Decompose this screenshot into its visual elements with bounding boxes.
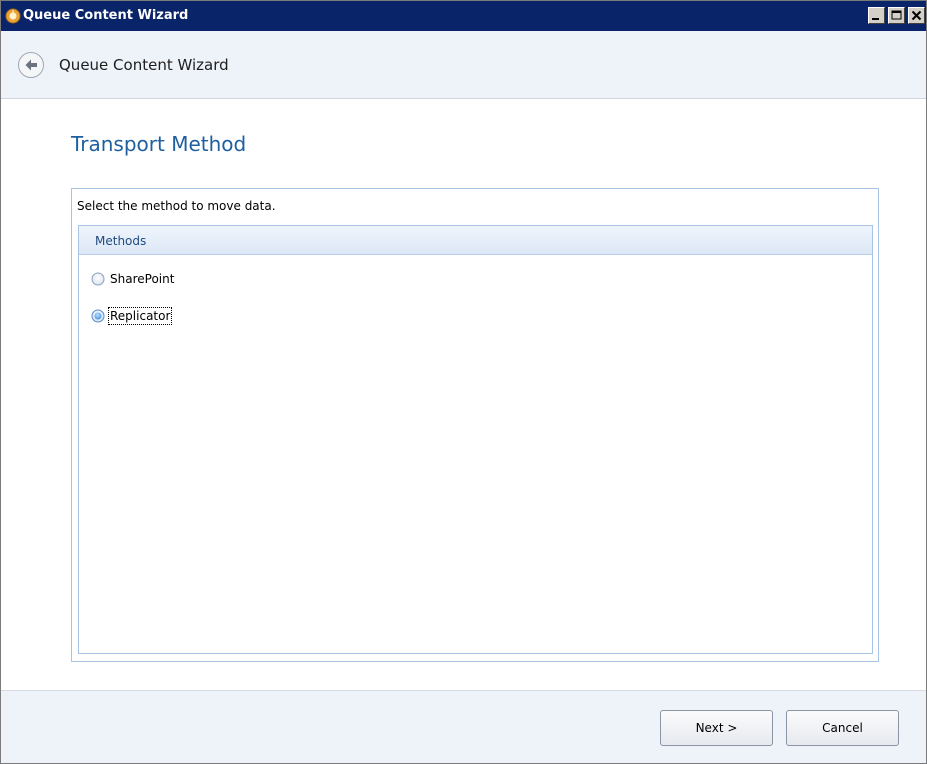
back-button[interactable] — [18, 52, 44, 78]
wizard-header: Queue Content Wizard — [1, 31, 926, 99]
minimize-button[interactable] — [868, 7, 885, 24]
methods-panel: Methods SharePoint Replicator — [78, 225, 873, 654]
radio-label-sharepoint[interactable]: SharePoint — [110, 271, 174, 287]
wizard-window: Queue Content Wizard Queue Content Wizar… — [0, 0, 927, 764]
title-bar[interactable]: Queue Content Wizard — [1, 1, 926, 31]
window-title: Queue Content Wizard — [23, 8, 189, 23]
instruction-text: Select the method to move data. — [77, 199, 276, 213]
methods-header: Methods — [79, 226, 872, 255]
radio-unchecked-icon[interactable] — [91, 272, 105, 286]
wizard-footer: Next > Cancel — [1, 690, 926, 763]
close-button[interactable] — [908, 7, 925, 24]
methods-header-label: Methods — [95, 234, 147, 248]
radio-label-replicator[interactable]: Replicator — [107, 307, 173, 325]
next-button[interactable]: Next > — [660, 710, 773, 746]
page-title: Transport Method — [71, 132, 247, 156]
back-arrow-icon — [25, 59, 37, 71]
minimize-icon — [872, 18, 879, 20]
maximize-button[interactable] — [888, 7, 905, 24]
wizard-app-icon — [5, 8, 21, 24]
header-title: Queue Content Wizard — [59, 56, 229, 74]
radio-checked-icon[interactable] — [91, 309, 105, 323]
maximize-icon — [891, 10, 902, 20]
close-icon — [911, 10, 922, 21]
cancel-button[interactable]: Cancel — [786, 710, 899, 746]
